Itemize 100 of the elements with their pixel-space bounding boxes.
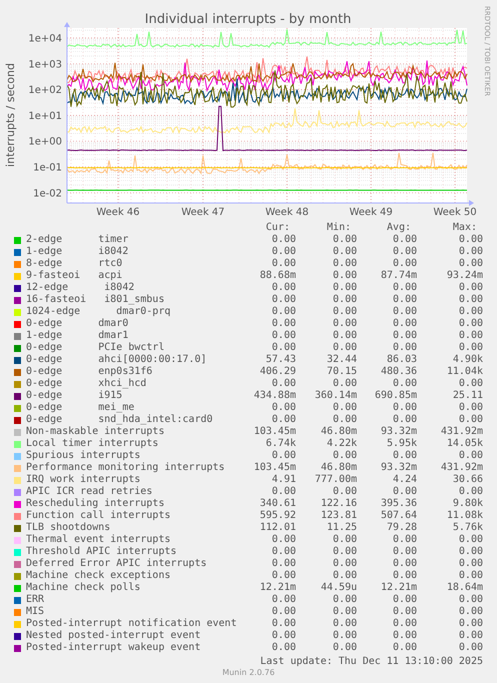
minimum-value: 0.00 bbox=[332, 558, 357, 570]
minimum-value: 0.00 bbox=[332, 306, 357, 318]
maximum-value: 11.04k bbox=[446, 366, 483, 378]
current-value: 0.00 bbox=[270, 414, 296, 426]
current-value: 0.00 bbox=[270, 558, 296, 570]
average-value: 86.03 bbox=[386, 354, 417, 366]
current-value: 6.74k bbox=[264, 438, 296, 450]
series-label: 1-edge dmar1 bbox=[26, 330, 130, 342]
maximum-value: 0.00 bbox=[458, 318, 483, 330]
average-value: 0.00 bbox=[392, 258, 417, 270]
current-value: 103.45m bbox=[252, 426, 296, 438]
series-label: MIS bbox=[26, 606, 46, 618]
minimum-value: 0.00 bbox=[332, 318, 357, 330]
current-value: 112.01 bbox=[258, 522, 296, 534]
y-tick-label: 1e+04 bbox=[28, 34, 62, 44]
series-label: APIC ICR read retries bbox=[26, 486, 154, 498]
current-value: 0.00 bbox=[270, 534, 296, 546]
minimum-value: 0.00 bbox=[332, 534, 357, 546]
average-value: 5.95k bbox=[386, 438, 417, 450]
average-value: 12.21m bbox=[380, 582, 417, 594]
y-tick-label: 1e+02 bbox=[28, 85, 62, 96]
maximum-value: 0.00 bbox=[458, 342, 483, 354]
maximum-value: 30.66 bbox=[452, 474, 483, 486]
average-value: 0.00 bbox=[392, 618, 417, 630]
series-label: Threshold APIC interrupts bbox=[26, 546, 178, 558]
maximum-value: 11.08k bbox=[446, 510, 483, 522]
column-header: Cur: bbox=[264, 222, 291, 234]
current-value: 0.00 bbox=[270, 618, 296, 630]
maximum-value: 431.92m bbox=[440, 426, 483, 438]
average-value: 87.74m bbox=[380, 270, 417, 282]
minimum-value: 0.00 bbox=[332, 546, 357, 558]
average-value: 0.00 bbox=[392, 282, 417, 294]
average-value: 93.32m bbox=[380, 462, 417, 474]
y-tick-label: 1e+00 bbox=[28, 136, 62, 148]
series-label: Function call interrupts bbox=[26, 510, 172, 522]
average-value: 0.00 bbox=[392, 570, 417, 582]
current-value: 0.00 bbox=[270, 486, 296, 498]
average-value: 0.00 bbox=[392, 246, 417, 258]
current-value: 12.21m bbox=[258, 582, 296, 594]
series-label: Rescheduling interrupts bbox=[26, 498, 166, 510]
series-label: 9-fasteoi acpi bbox=[26, 270, 124, 282]
current-value: 103.45m bbox=[252, 462, 296, 474]
y-tick-label: 1e+01 bbox=[28, 110, 62, 122]
series-label: Machine check exceptions bbox=[26, 570, 172, 582]
maximum-value: 0.00 bbox=[458, 294, 483, 306]
maximum-value: 0.00 bbox=[458, 246, 483, 258]
maximum-value: 0.00 bbox=[458, 258, 483, 270]
x-tick-label: Week 47 bbox=[181, 207, 225, 218]
series-label: IRQ work interrupts bbox=[26, 474, 142, 486]
series-label: 12-edge i8042 bbox=[26, 282, 136, 294]
minimum-value: 122.16 bbox=[320, 498, 357, 510]
current-value: 4.91 bbox=[270, 474, 296, 486]
minimum-value: 0.00 bbox=[332, 270, 357, 282]
series-label: 0-edge dmar0 bbox=[26, 318, 130, 330]
maximum-value: 0.00 bbox=[458, 306, 483, 318]
maximum-value: 0.00 bbox=[458, 450, 483, 462]
minimum-value: 0.00 bbox=[332, 618, 357, 630]
minimum-value: 0.00 bbox=[332, 246, 357, 258]
series-label: 0-edge i915 bbox=[26, 390, 124, 402]
series-label: 1024-edge dmar0-prq bbox=[26, 306, 172, 318]
current-value: 0.00 bbox=[270, 234, 296, 246]
average-value: 93.32m bbox=[380, 426, 417, 438]
series-label: 0-edge mei_me bbox=[26, 402, 136, 414]
maximum-value: 0.00 bbox=[458, 558, 483, 570]
current-value: 340.61 bbox=[258, 498, 296, 510]
series-label: Performance monitoring interrupts bbox=[26, 462, 226, 474]
average-value: 0.00 bbox=[392, 306, 417, 318]
maximum-value: 18.64m bbox=[446, 582, 483, 594]
y-axis-label: interrupts / second bbox=[4, 63, 17, 167]
minimum-value: 0.00 bbox=[332, 486, 357, 498]
maximum-value: 0.00 bbox=[458, 486, 483, 498]
series-label: 1-edge i8042 bbox=[26, 246, 130, 258]
minimum-value: 32.44 bbox=[326, 354, 357, 366]
average-value: 0.00 bbox=[392, 414, 417, 426]
series-label: 8-edge rtc0 bbox=[26, 258, 124, 270]
minimum-value: 0.00 bbox=[332, 606, 357, 618]
current-value: 0.00 bbox=[270, 246, 296, 258]
average-value: 690.85m bbox=[374, 390, 417, 402]
y-tick-label: 1e+03 bbox=[28, 59, 62, 70]
maximum-value: 0.00 bbox=[458, 534, 483, 546]
maximum-value: 5.76k bbox=[452, 522, 483, 534]
minimum-value: 0.00 bbox=[332, 294, 357, 306]
minimum-value: 0.00 bbox=[332, 450, 357, 462]
current-value: 0.00 bbox=[270, 294, 296, 306]
column-header: Min: bbox=[326, 222, 352, 234]
series-label: 2-edge timer bbox=[26, 234, 130, 246]
current-value: 0.00 bbox=[270, 606, 296, 618]
minimum-value: 0.00 bbox=[332, 258, 357, 270]
series-label: TLB shootdowns bbox=[26, 522, 112, 534]
series-label: Nested posted-interrupt event bbox=[26, 630, 202, 642]
series-label: 0-edge ahci[0000:00:17.0] bbox=[26, 354, 208, 366]
minimum-value: 0.00 bbox=[332, 630, 357, 642]
current-value: 0.00 bbox=[270, 318, 296, 330]
minimum-value: 0.00 bbox=[332, 594, 357, 606]
series-label: ERR bbox=[26, 594, 46, 606]
current-value: 0.00 bbox=[270, 402, 296, 414]
average-value: 4.24 bbox=[392, 474, 417, 486]
current-value: 0.00 bbox=[270, 570, 296, 582]
maximum-value: 0.00 bbox=[458, 642, 483, 654]
average-value: 480.36 bbox=[380, 366, 417, 378]
